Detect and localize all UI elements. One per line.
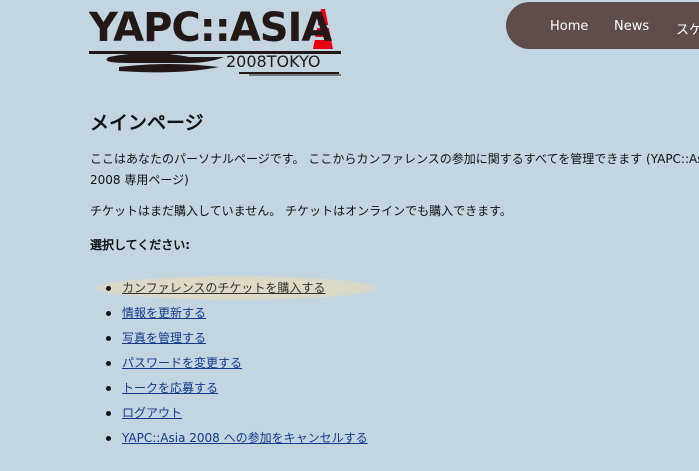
- site-logo[interactable]: YAPC::ASIA 2008TOKYO: [89, 5, 341, 77]
- list-item: YAPC::Asia 2008 への参加をキャンセルする: [90, 428, 368, 453]
- list-item: パスワードを変更する: [90, 353, 368, 378]
- list-item: トークを応募する: [90, 378, 368, 403]
- page-title: メインページ: [90, 112, 204, 134]
- action-list: カンファレンスのチケットを購入する 情報を更新する 写真を管理する パスワードを…: [90, 278, 368, 453]
- ticket-status: チケットはまだ購入していません。 チケットはオンラインでも購入できます。: [90, 204, 512, 218]
- bullet-icon: [106, 311, 111, 316]
- logo-subtitle: 2008TOKYO: [226, 52, 321, 71]
- bullet-icon: [106, 286, 111, 291]
- nav-home[interactable]: Home: [550, 19, 588, 34]
- logout-link[interactable]: ログアウト: [122, 406, 182, 420]
- submit-talk-link[interactable]: トークを応募する: [122, 381, 218, 395]
- list-item: 写真を管理する: [90, 328, 368, 353]
- update-info-link[interactable]: 情報を更新する: [122, 306, 206, 320]
- bullet-icon: [106, 361, 111, 366]
- nav-schedule[interactable]: スケ: [676, 19, 699, 38]
- top-nav: Home News スケ: [506, 2, 699, 49]
- bullet-icon: [106, 336, 111, 341]
- logo-wordmark: YAPC::ASIA: [89, 5, 332, 51]
- intro-text: ここはあなたのパーソナルページです。 ここからカンファレンスの参加に関するすべて…: [90, 152, 699, 187]
- bullet-icon: [106, 386, 111, 391]
- bullet-icon: [106, 411, 111, 416]
- list-item: ログアウト: [90, 403, 368, 428]
- manage-photos-link[interactable]: 写真を管理する: [122, 331, 206, 345]
- cancel-participation-link[interactable]: YAPC::Asia 2008 への参加をキャンセルする: [122, 431, 368, 445]
- buy-ticket-link[interactable]: カンファレンスのチケットを購入する: [122, 281, 325, 295]
- list-item: カンファレンスのチケットを購入する: [90, 278, 368, 303]
- change-password-link[interactable]: パスワードを変更する: [122, 356, 242, 370]
- list-item: 情報を更新する: [90, 303, 368, 328]
- bullet-icon: [106, 436, 111, 441]
- nav-news[interactable]: News: [614, 19, 649, 34]
- choose-label: 選択してください:: [90, 238, 191, 252]
